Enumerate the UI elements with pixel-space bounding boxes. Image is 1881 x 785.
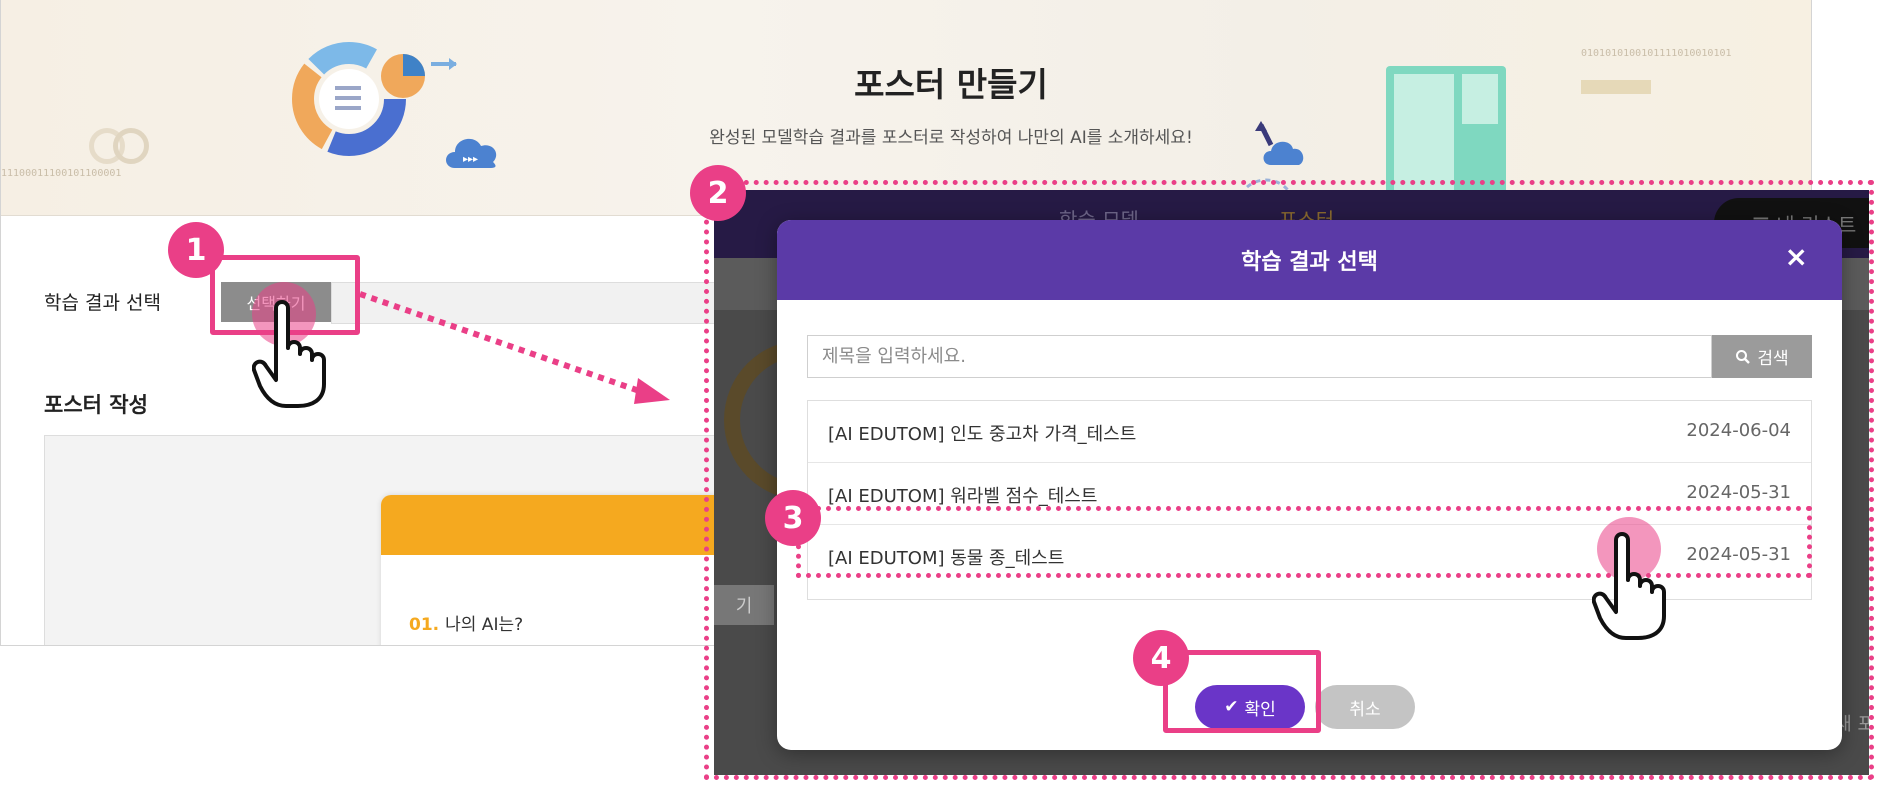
pointer-hand-icon bbox=[1592, 532, 1666, 640]
banner-title: 포스터 만들기 bbox=[854, 65, 1048, 104]
poster-question-text: 나의 AI는? bbox=[445, 615, 524, 635]
step4-badge: 4 bbox=[1133, 630, 1189, 686]
step1-badge: 1 bbox=[168, 222, 224, 278]
decor-blocks bbox=[1581, 80, 1651, 94]
decor-binary-right: 0101010100101111010010101 bbox=[1581, 48, 1732, 59]
list-item-date: 2024-06-04 bbox=[1686, 420, 1791, 441]
select-result-label: 학습 결과 선택 bbox=[44, 292, 161, 314]
poster-section-label: 포스터 작성 bbox=[44, 393, 148, 417]
search-button-label: 검색 bbox=[1757, 349, 1789, 369]
svg-text:▸▸▸: ▸▸▸ bbox=[463, 154, 478, 165]
search-input[interactable] bbox=[807, 335, 1712, 378]
cloud-icon: ▸▸▸ bbox=[446, 138, 497, 168]
dimmed-button: 기 bbox=[714, 585, 774, 625]
dialog-header: 학습 결과 선택 × bbox=[777, 220, 1842, 300]
cancel-button[interactable]: 취소 bbox=[1315, 685, 1415, 729]
decor-binary-left: 11100011100101100001 bbox=[1, 168, 122, 179]
pointer-hand-icon bbox=[252, 300, 326, 408]
list-item[interactable]: [AI EDUTOM] 인도 중고차 가격_테스트 2024-06-04 bbox=[808, 401, 1811, 463]
decor-coin bbox=[113, 128, 149, 164]
list-item-title: [AI EDUTOM] 워라벨 점수_테스트 bbox=[828, 486, 1098, 507]
step2-badge: 2 bbox=[690, 165, 746, 221]
donut-chart-illustration bbox=[292, 42, 457, 156]
poster-question-number: 01. bbox=[409, 615, 440, 635]
list-item-title: [AI EDUTOM] 인도 중고차 가격_테스트 bbox=[828, 424, 1137, 445]
search-button[interactable]: 검색 bbox=[1712, 335, 1812, 378]
search-icon bbox=[1736, 349, 1751, 364]
step3-badge: 3 bbox=[765, 490, 821, 546]
connector-arrow bbox=[359, 291, 670, 404]
poster-question: 01. 나의 AI는? bbox=[409, 610, 523, 635]
close-icon[interactable]: × bbox=[1785, 240, 1808, 273]
list-item-date: 2024-05-31 bbox=[1686, 482, 1791, 503]
dialog-title: 학습 결과 선택 bbox=[1241, 250, 1378, 275]
